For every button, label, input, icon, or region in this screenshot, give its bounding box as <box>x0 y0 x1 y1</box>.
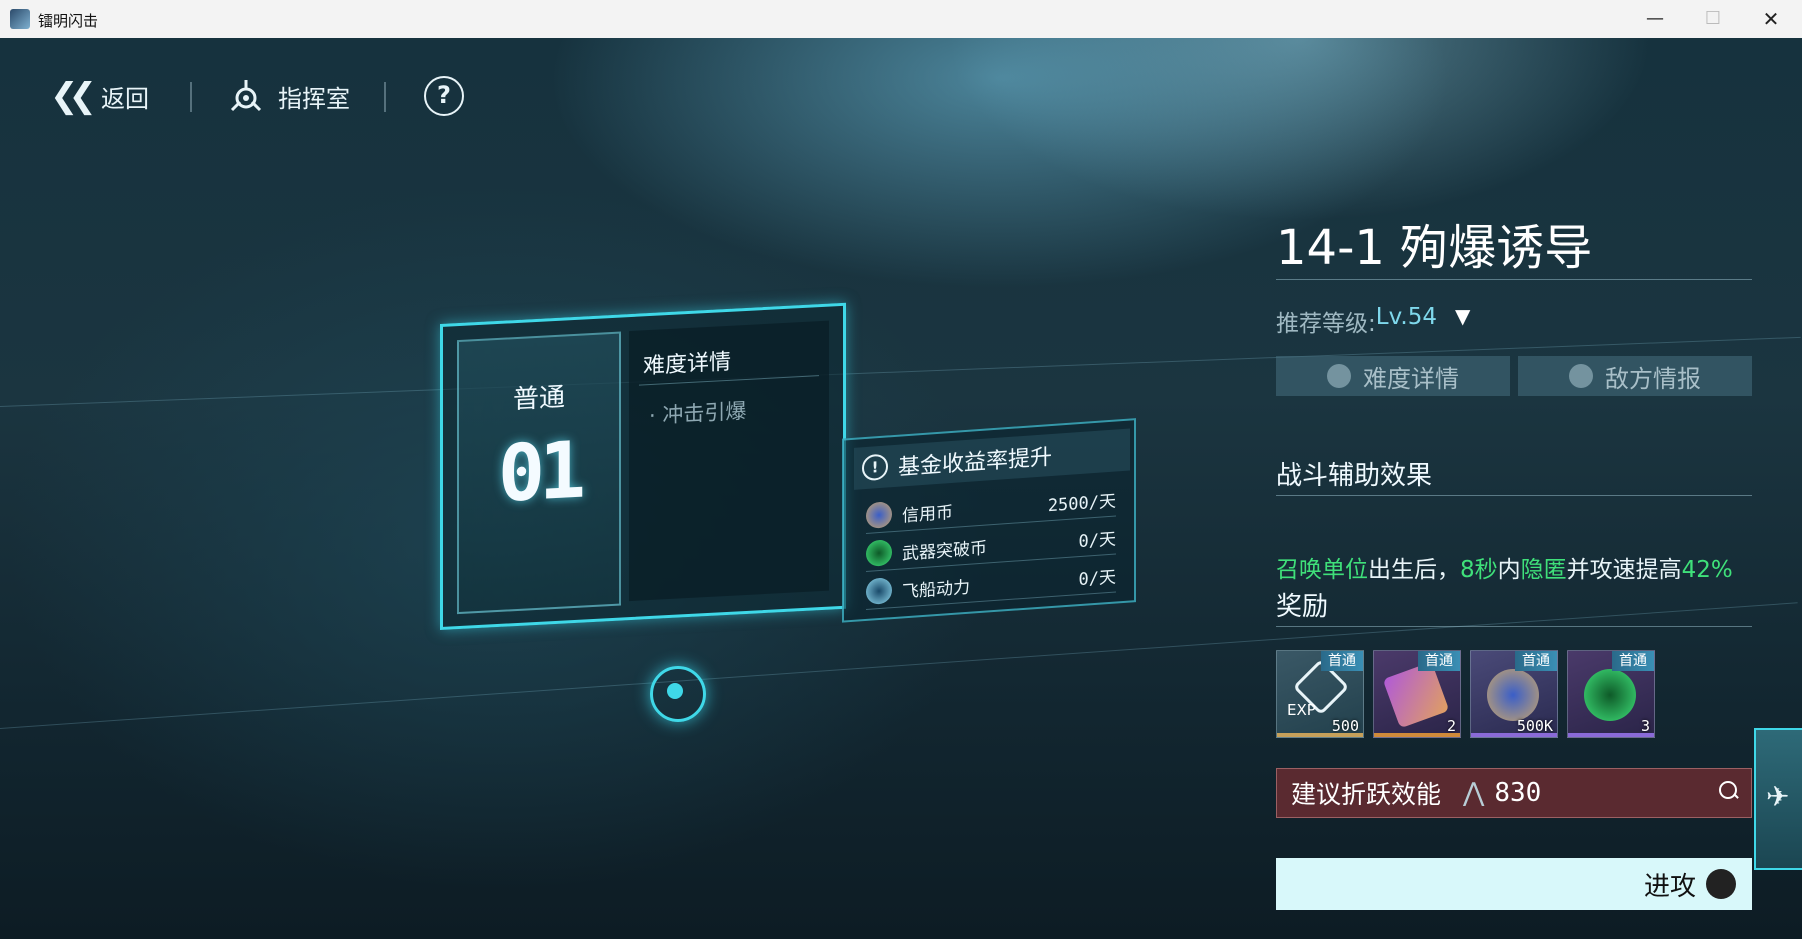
credit-coin-icon <box>866 501 892 529</box>
help-icon[interactable]: ? <box>424 76 464 116</box>
effect-text: 并攻速提高 <box>1566 557 1682 583</box>
app-icon <box>10 9 30 29</box>
effect-text: 出生后， <box>1368 557 1460 583</box>
battle-effect-text: 召唤单位出生后，8秒内隐匿并攻速提高42% <box>1276 550 1733 584</box>
target-marker-icon[interactable] <box>650 666 706 722</box>
card-frame: 普通 01 难度详情 · 冲击引爆 <box>440 302 846 631</box>
game-canvas: ❮❮ 返回 指挥室 ? 普通 01 难度详情 · 冲击引爆 ! 基金收益率提升 … <box>0 38 1802 939</box>
card-item-icon <box>1382 661 1450 729</box>
rarity-bar <box>1568 733 1654 737</box>
recommended-level-value: Lv.54 <box>1375 304 1437 330</box>
attack-icon <box>1706 869 1736 899</box>
back-label: 返回 <box>100 84 149 113</box>
command-room-label: 指挥室 <box>278 84 350 113</box>
first-clear-badge: 首通 <box>1321 651 1363 671</box>
rewards-heading: 奖励 <box>1276 592 1329 622</box>
rarity-bar <box>1374 733 1460 737</box>
ship-icon: ✈ <box>1766 780 1790 813</box>
attack-label: 进攻 <box>1643 871 1696 902</box>
weapon-breakthrough-coin-icon <box>866 539 892 567</box>
tab-enemy-intel[interactable]: 敌方情报 <box>1518 356 1752 396</box>
divider <box>1276 626 1752 627</box>
warp-icon: ⋀ <box>1463 778 1485 808</box>
nav-divider <box>384 82 386 112</box>
alert-icon: ! <box>862 453 888 482</box>
reward-item-exp[interactable]: EXP 首通 500 <box>1276 650 1364 738</box>
fund-row-value: 0/天 <box>1078 567 1116 590</box>
command-room-icon <box>230 80 262 112</box>
close-button[interactable]: ✕ <box>1742 0 1800 38</box>
effect-highlight: 8秒 <box>1460 557 1498 583</box>
minimize-button[interactable]: — <box>1626 0 1684 38</box>
stage-title: 14-1 殉爆诱导 <box>1276 220 1593 276</box>
credit-coin-icon <box>1487 669 1539 721</box>
exp-label: EXP <box>1287 701 1316 719</box>
effect-highlight: 召唤单位 <box>1276 557 1368 583</box>
weapon-breakthrough-coin-icon <box>1584 669 1636 721</box>
back-button[interactable]: ❮❮ 返回 <box>50 76 149 116</box>
reward-item-weapon-coin[interactable]: 首通 3 <box>1567 650 1655 738</box>
recommended-level-label: 推荐等级: <box>1276 311 1376 337</box>
fund-header: ! 基金收益率提升 <box>854 428 1130 490</box>
search-icon[interactable] <box>1719 781 1737 799</box>
fund-row-value: 0/天 <box>1078 529 1116 552</box>
enemy-icon <box>1569 364 1593 388</box>
rarity-bar <box>1277 733 1363 737</box>
window-titlebar: 镭明闪击 — ☐ ✕ <box>0 0 1802 39</box>
double-chevron-left-icon: ❮❮ <box>50 76 97 116</box>
effect-highlight: 隐匿 <box>1520 557 1567 583</box>
fund-row-name: 信用币 <box>902 502 953 526</box>
effects-heading: 战斗辅助效果 <box>1276 461 1433 491</box>
tab-difficulty-details[interactable]: 难度详情 <box>1276 356 1510 396</box>
first-clear-badge: 首通 <box>1612 651 1654 671</box>
fund-row-name: 武器突破币 <box>902 538 987 564</box>
window-title: 镭明闪击 <box>38 12 99 30</box>
difficulty-number: 01 <box>498 425 580 520</box>
nav-divider <box>190 82 192 112</box>
difficulty-card[interactable]: 普通 01 难度详情 · 冲击引爆 <box>440 302 860 639</box>
tab-enemy-label: 敌方情报 <box>1605 364 1701 393</box>
shield-icon <box>1327 364 1351 388</box>
dropdown-arrow-icon: ▼ <box>1454 304 1471 328</box>
ship-power-icon <box>866 577 892 605</box>
difficulty-details-heading: 难度详情 <box>643 349 732 380</box>
side-fleet-tab[interactable]: ✈ <box>1754 728 1802 870</box>
effect-text: 内 <box>1497 557 1521 583</box>
difficulty-details-panel: 难度详情 · 冲击引爆 <box>629 320 829 602</box>
maximize-button[interactable]: ☐ <box>1684 0 1742 38</box>
divider <box>1276 495 1752 496</box>
fund-frame: ! 基金收益率提升 信用币 2500/天 武器突破币 0/天 飞船动力 0/天 <box>842 418 1136 623</box>
warp-efficiency-panel: 建议折跃效能 ⋀ 830 <box>1276 768 1752 818</box>
difficulty-mode: 普通 <box>512 382 565 416</box>
rarity-bar <box>1471 733 1557 737</box>
fund-row-value: 2500/天 <box>1047 491 1116 516</box>
command-room-button[interactable]: 指挥室 <box>226 76 350 116</box>
warp-efficiency-value: 830 <box>1494 778 1542 808</box>
tab-difficulty-label: 难度详情 <box>1363 364 1459 393</box>
attack-button[interactable]: 进攻 <box>1276 858 1752 910</box>
first-clear-badge: 首通 <box>1515 651 1557 671</box>
difficulty-detail-item: · 冲击引爆 <box>649 398 747 429</box>
reward-item-card[interactable]: 首通 2 <box>1373 650 1461 738</box>
effect-highlight: 42% <box>1681 557 1733 583</box>
first-clear-badge: 首通 <box>1418 651 1460 671</box>
warp-efficiency-label: 建议折跃效能 <box>1291 780 1442 809</box>
fund-title: 基金收益率提升 <box>898 444 1053 481</box>
fund-row-name: 飞船动力 <box>902 577 970 602</box>
fund-panel: ! 基金收益率提升 信用币 2500/天 武器突破币 0/天 飞船动力 0/天 <box>842 417 1147 633</box>
divider <box>1276 279 1752 280</box>
difficulty-mode-panel: 普通 01 <box>457 331 621 615</box>
reward-item-credit[interactable]: 首通 500K <box>1470 650 1558 738</box>
recommended-level[interactable]: 推荐等级: Lv.54 ▼ <box>1276 304 1470 338</box>
